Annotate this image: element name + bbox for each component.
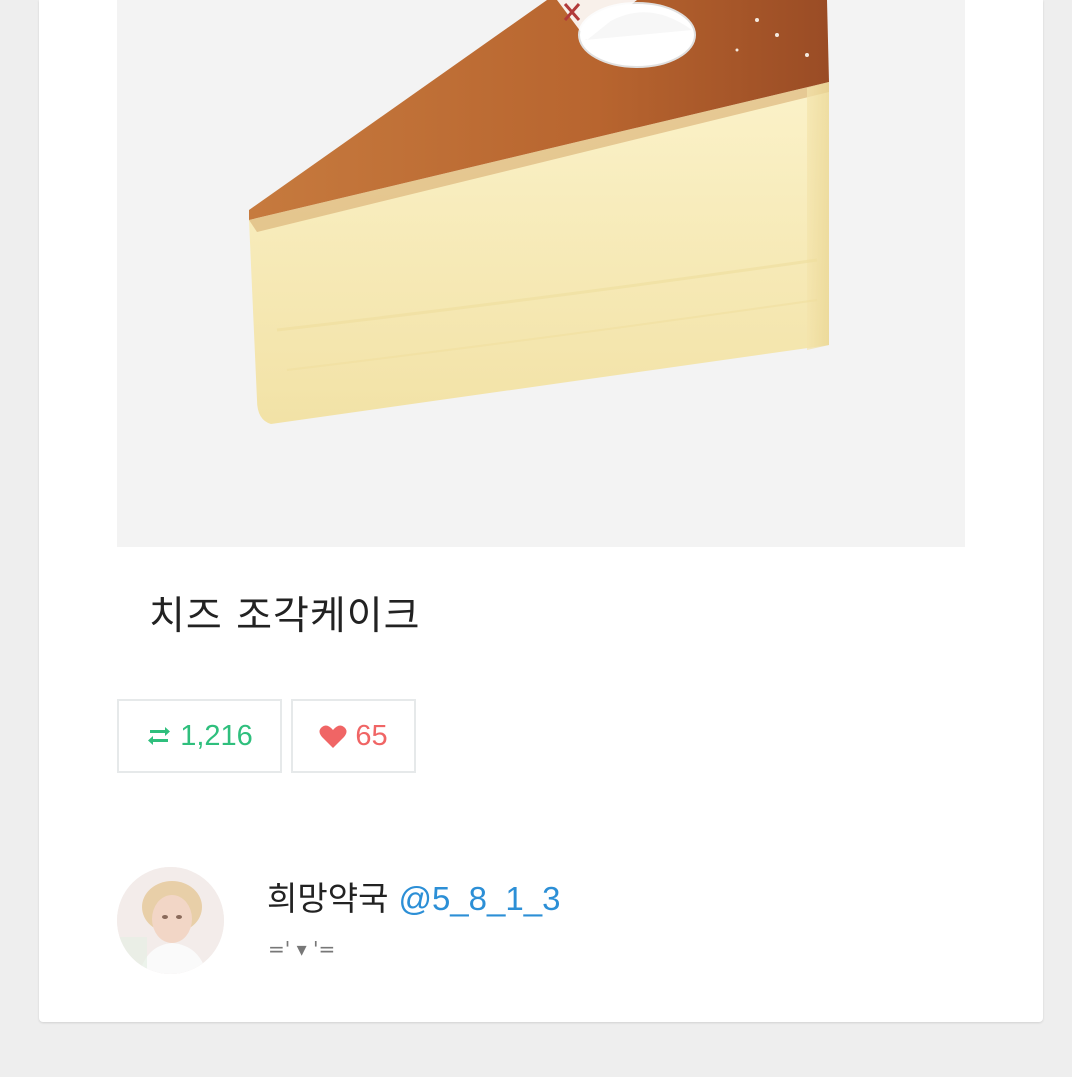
post-caption: 치즈 조각케이크 (149, 594, 421, 639)
author-avatar[interactable] (117, 867, 224, 974)
post-image[interactable] (117, 0, 965, 547)
post-card: 치즈 조각케이크 1,216 65 희망약국 @5_8_1_3 =' ▾ '= (39, 0, 1043, 1022)
retweet-button[interactable]: 1,216 (117, 699, 282, 773)
like-button[interactable]: 65 (291, 699, 416, 773)
author-line: 희망약국 @5_8_1_3 (267, 872, 560, 920)
author-handle[interactable]: @5_8_1_3 (398, 880, 560, 917)
like-count: 65 (355, 719, 388, 752)
heart-icon (319, 724, 347, 749)
retweet-icon (146, 724, 172, 748)
cheesecake-illustration (249, 0, 829, 424)
author-display-name[interactable]: 희망약국 (267, 879, 388, 918)
retweet-count: 1,216 (180, 719, 253, 752)
author-bio: =' ▾ '= (268, 937, 336, 961)
